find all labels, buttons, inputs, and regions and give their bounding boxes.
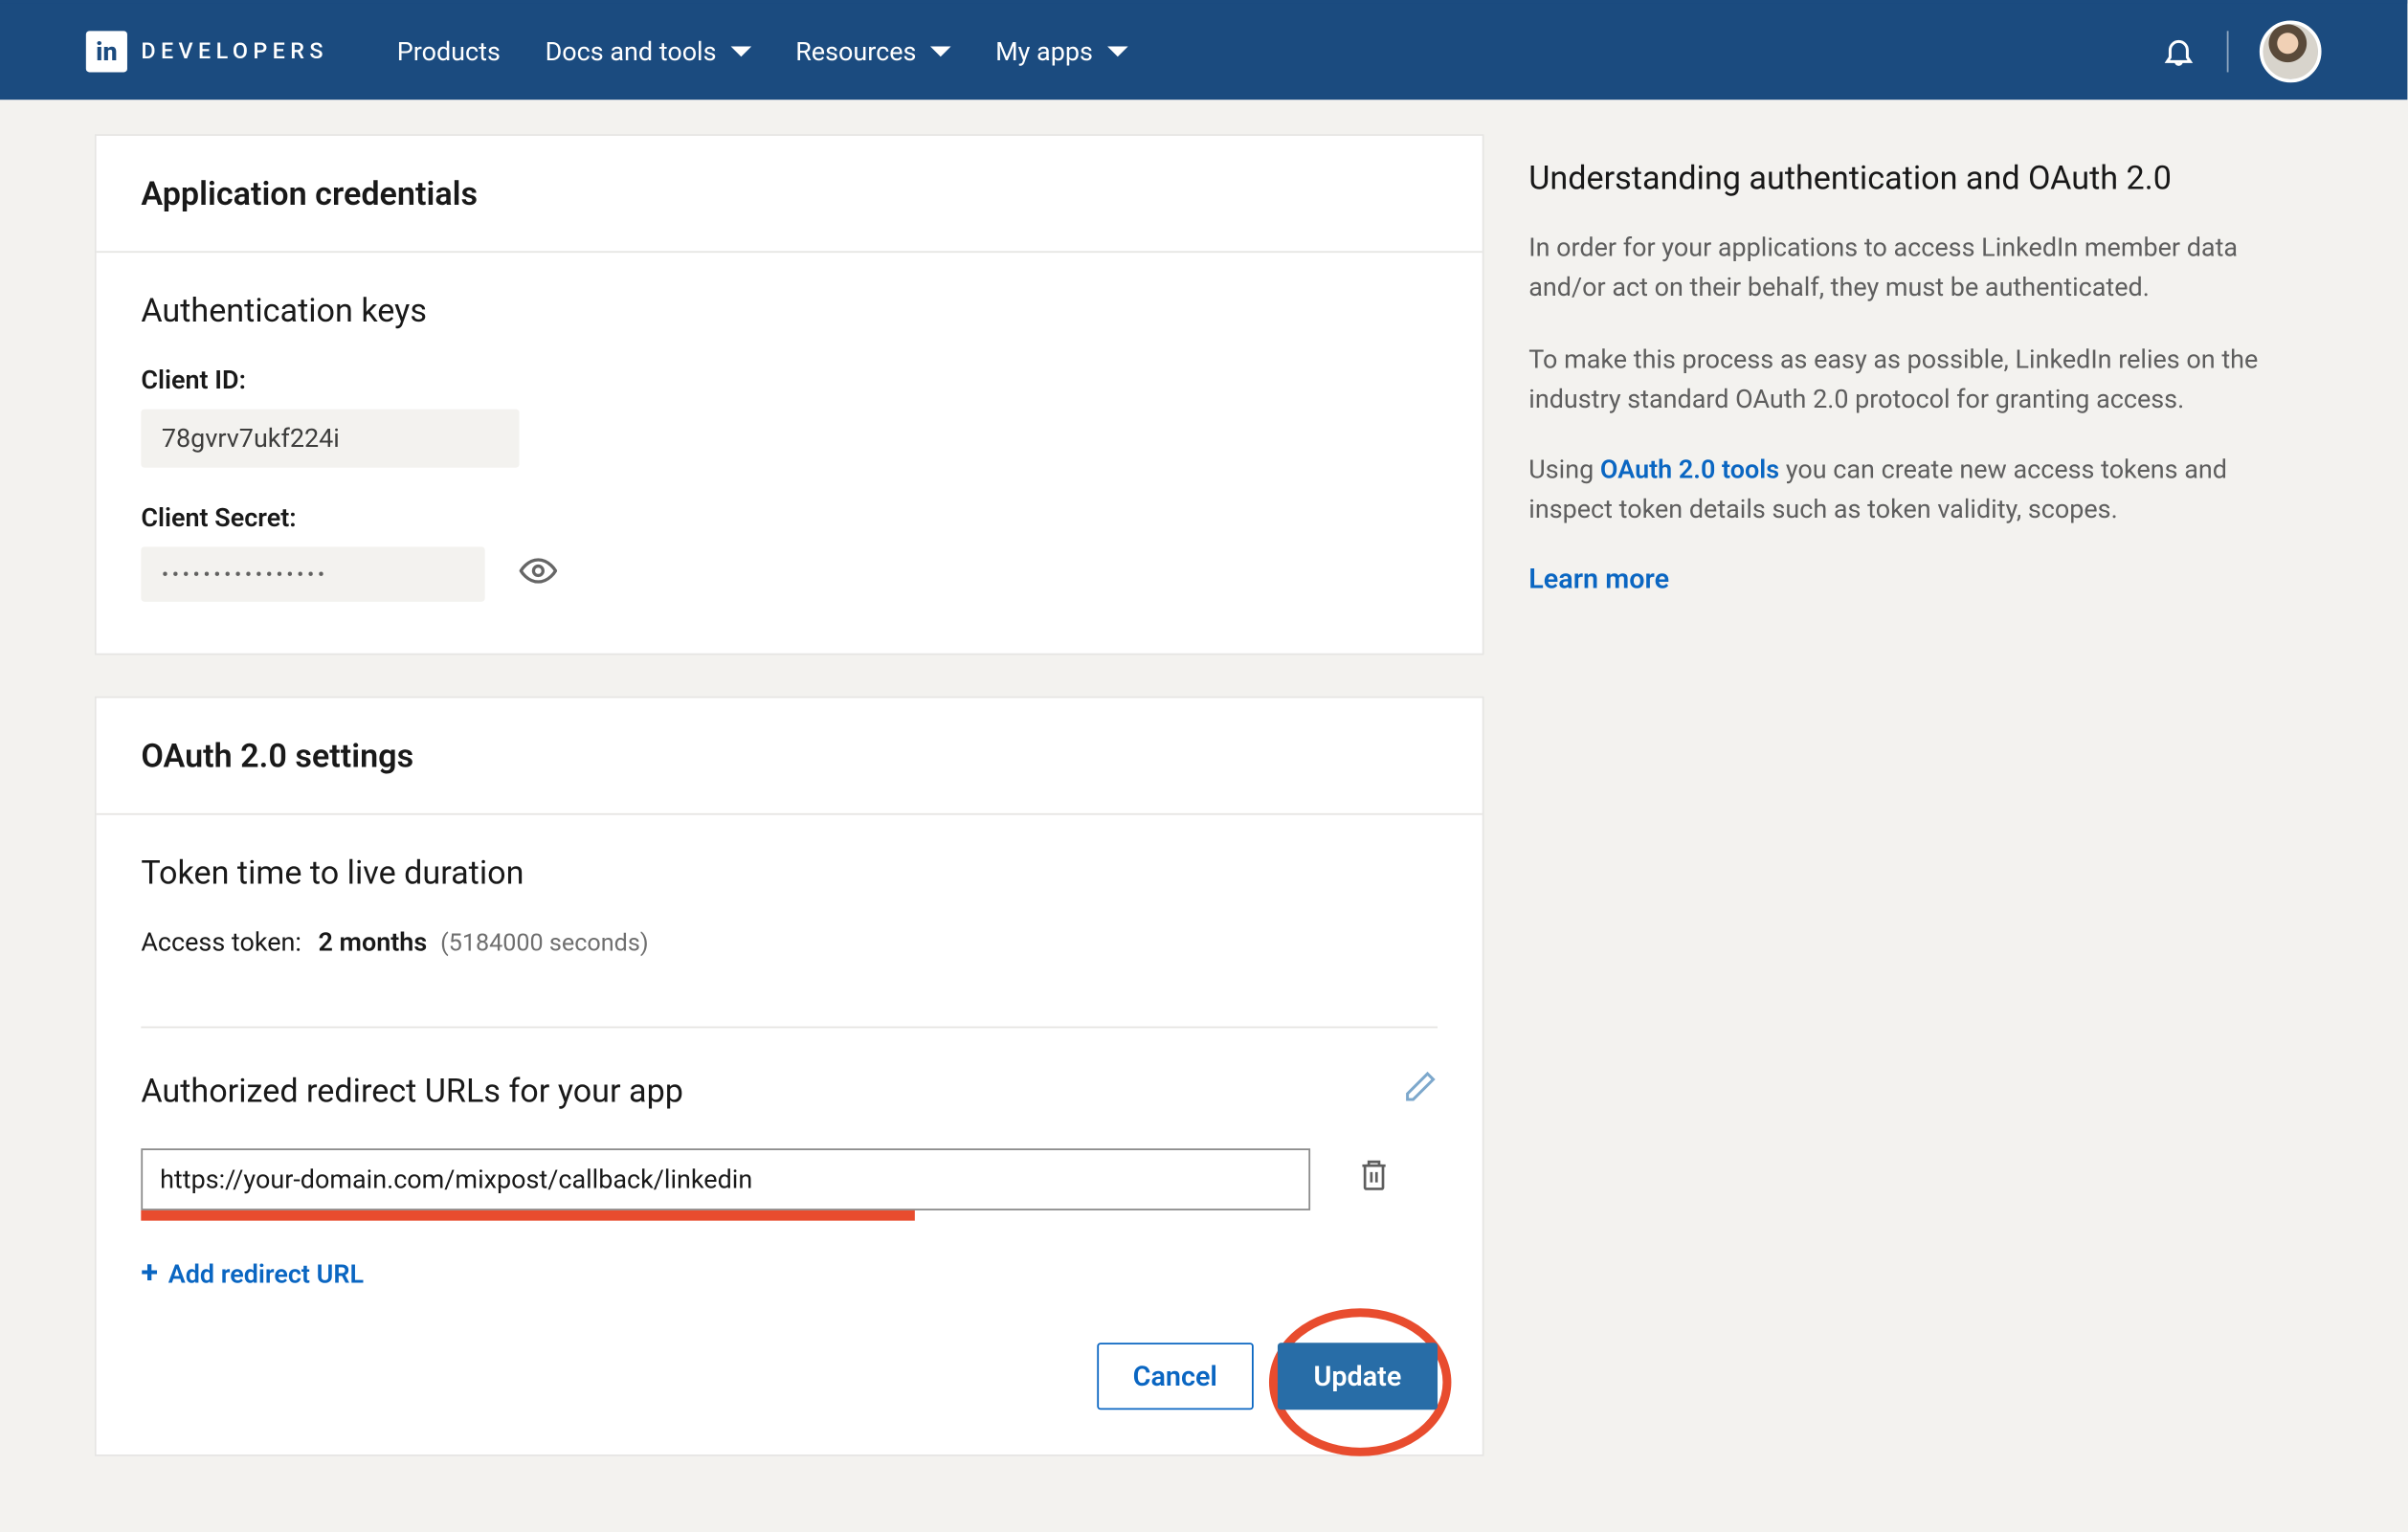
main-nav: Products Docs and tools Resources My app… xyxy=(397,36,1127,67)
card-title: OAuth 2.0 settings xyxy=(97,698,1483,814)
brand-text: DEVELOPERS xyxy=(141,38,328,64)
edit-icon[interactable] xyxy=(1403,1070,1438,1111)
linkedin-icon: in xyxy=(86,31,127,72)
card-title: Application credentials xyxy=(97,136,1483,253)
card-oauth-settings: OAuth 2.0 settings Token time to live du… xyxy=(95,697,1484,1456)
help-paragraph: To make this process as easy as possible… xyxy=(1528,340,2295,420)
eye-icon[interactable] xyxy=(520,557,558,591)
help-paragraph: Using OAuth 2.0 tools you can create new… xyxy=(1528,451,2295,531)
auth-keys-heading: Authentication keys xyxy=(141,291,1438,330)
notifications-icon[interactable] xyxy=(2161,33,2196,71)
ttl-heading: Token time to live duration xyxy=(141,853,1438,892)
ttl-label: Access token: xyxy=(141,926,301,957)
help-title: Understanding authentication and OAuth 2… xyxy=(1528,158,2295,197)
ttl-value: 2 months xyxy=(318,926,427,957)
topbar-right xyxy=(2161,21,2321,83)
nav-docs-label: Docs and tools xyxy=(546,36,717,67)
help-paragraph: In order for your applications to access… xyxy=(1528,229,2295,309)
redirect-urls-heading: Authorized redirect URLs for your app xyxy=(141,1070,683,1109)
add-redirect-label: Add redirect URL xyxy=(168,1257,364,1288)
cancel-button[interactable]: Cancel xyxy=(1097,1343,1254,1410)
nav-products-label: Products xyxy=(397,36,501,67)
client-id-label: Client ID: xyxy=(141,365,1438,395)
nav-docs[interactable]: Docs and tools xyxy=(546,36,751,67)
learn-more-link[interactable]: Learn more xyxy=(1528,562,1669,594)
divider xyxy=(141,1027,1438,1029)
nav-resources-label: Resources xyxy=(795,36,916,67)
plus-icon: + xyxy=(141,1255,158,1292)
trash-icon[interactable] xyxy=(1358,1157,1389,1202)
card-app-credentials: Application credentials Authentication k… xyxy=(95,134,1484,655)
button-row: Cancel Update xyxy=(141,1343,1438,1410)
chevron-down-icon xyxy=(730,47,751,57)
add-redirect-url-link[interactable]: + Add redirect URL xyxy=(141,1255,364,1292)
chevron-down-icon xyxy=(930,47,951,57)
nav-resources[interactable]: Resources xyxy=(795,36,950,67)
avatar[interactable] xyxy=(2260,21,2322,83)
ttl-row: Access token: 2 months (5184000 seconds) xyxy=(141,926,1438,957)
nav-myapps[interactable]: My apps xyxy=(995,36,1127,67)
help-sidebar: Understanding authentication and OAuth 2… xyxy=(1528,134,2295,1498)
brand[interactable]: in DEVELOPERS xyxy=(86,31,328,72)
client-secret-label: Client Secret: xyxy=(141,502,1438,533)
help-text: Using xyxy=(1528,454,1600,484)
chevron-down-icon xyxy=(1106,47,1127,57)
nav-products[interactable]: Products xyxy=(397,36,501,67)
client-id-value: 78gvrv7ukf224i xyxy=(141,410,519,468)
highlight-underline xyxy=(141,1210,915,1221)
top-navbar: in DEVELOPERS Products Docs and tools Re… xyxy=(0,0,2407,100)
divider xyxy=(2227,31,2229,72)
update-button[interactable]: Update xyxy=(1278,1343,1438,1410)
client-secret-value: •••••••••••••••• xyxy=(141,546,484,601)
oauth-tools-link[interactable]: OAuth 2.0 tools xyxy=(1600,454,1779,484)
ttl-seconds: (5184000 seconds) xyxy=(440,930,648,958)
nav-myapps-label: My apps xyxy=(995,36,1093,67)
redirect-url-input[interactable] xyxy=(141,1148,1310,1210)
